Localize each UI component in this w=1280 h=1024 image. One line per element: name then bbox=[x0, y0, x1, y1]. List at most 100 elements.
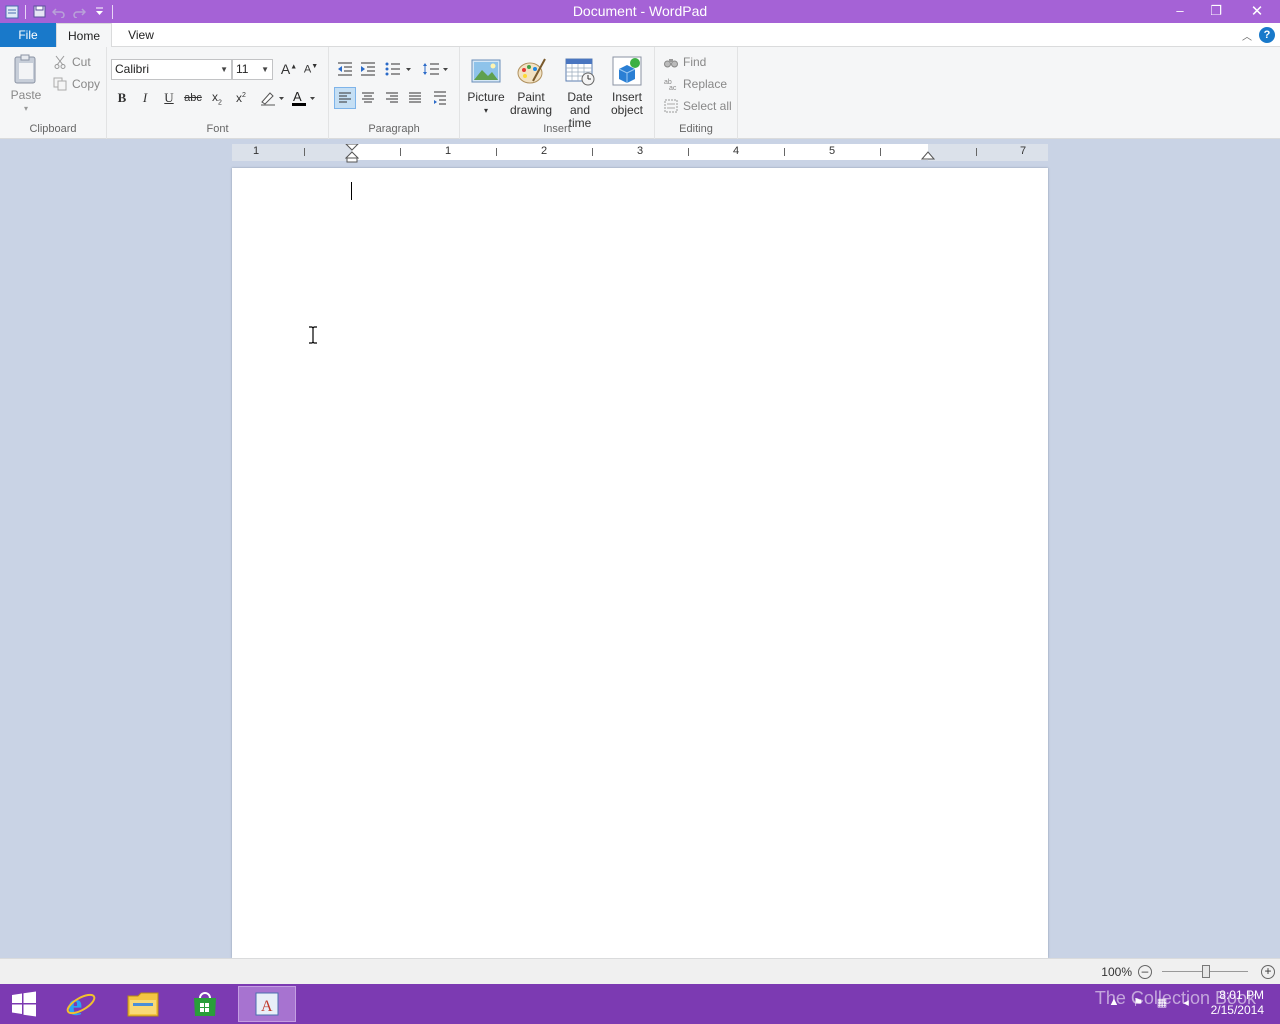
superscript-button[interactable]: x2 bbox=[230, 87, 252, 109]
ibeam-cursor-icon bbox=[309, 326, 317, 344]
first-line-indent-marker[interactable] bbox=[345, 144, 359, 163]
select-all-button[interactable]: Select all bbox=[663, 96, 732, 116]
justify-button[interactable] bbox=[404, 87, 426, 109]
subscript-icon: x2 bbox=[212, 89, 222, 107]
ruler-number: 3 bbox=[637, 145, 644, 157]
document-page[interactable] bbox=[232, 168, 1048, 958]
insert-object-label-2: object bbox=[610, 103, 644, 117]
picture-icon bbox=[471, 59, 501, 83]
picture-label: Picture bbox=[467, 90, 505, 104]
line-spacing-icon bbox=[423, 63, 448, 75]
font-group-label: Font bbox=[206, 123, 229, 135]
italic-icon: I bbox=[142, 90, 148, 105]
minimize-ribbon-icon[interactable]: ︿ bbox=[1240, 28, 1254, 43]
decrease-indent-button[interactable] bbox=[334, 58, 356, 80]
paste-button[interactable]: Paste ▾ bbox=[8, 53, 44, 115]
restore-button[interactable]: ❐ bbox=[1198, 0, 1234, 21]
ruler-tick bbox=[976, 148, 977, 156]
right-indent-marker[interactable] bbox=[921, 150, 935, 160]
line-spacing-button[interactable] bbox=[421, 58, 451, 80]
subscript-button[interactable]: x2 bbox=[206, 87, 228, 109]
zoom-slider-thumb[interactable] bbox=[1202, 965, 1210, 978]
find-button[interactable]: Find bbox=[663, 52, 706, 72]
bullets-button[interactable] bbox=[384, 58, 414, 80]
paste-dropdown-icon[interactable]: ▾ bbox=[24, 102, 28, 115]
strikethrough-icon: abc bbox=[184, 92, 202, 104]
cut-label: Cut bbox=[72, 55, 91, 69]
copy-button[interactable]: Copy bbox=[52, 74, 100, 94]
font-color-button[interactable]: A bbox=[288, 87, 320, 109]
paint-drawing-label-2: drawing bbox=[509, 103, 553, 117]
system-clock[interactable]: 8:01 PM 2/15/2014 bbox=[1211, 988, 1264, 1018]
ruler-tick bbox=[400, 148, 401, 156]
start-button[interactable] bbox=[0, 986, 48, 1022]
ruler-number: 1 bbox=[253, 145, 260, 157]
paint-drawing-button[interactable]: Paint drawing bbox=[508, 55, 554, 117]
minimize-button[interactable]: – bbox=[1162, 0, 1198, 21]
show-hidden-icons-icon[interactable]: ▲ bbox=[1106, 996, 1122, 1012]
zoom-level[interactable]: 100% bbox=[1101, 965, 1132, 979]
align-center-button[interactable] bbox=[357, 87, 379, 109]
increase-indent-button[interactable] bbox=[357, 58, 379, 80]
font-family-select[interactable]: Calibri ▼ bbox=[111, 59, 232, 80]
tab-file[interactable]: File bbox=[0, 23, 56, 47]
underline-button[interactable]: U bbox=[158, 87, 180, 109]
replace-label: Replace bbox=[683, 77, 728, 91]
picture-dropdown-icon[interactable]: ▾ bbox=[484, 104, 488, 117]
editing-group: Find ab ac Replace Select all Editing bbox=[655, 47, 738, 139]
network-icon[interactable]: ▦ bbox=[1154, 996, 1170, 1012]
font-size-select[interactable]: 11 ▼ bbox=[232, 59, 273, 80]
bold-button[interactable]: B bbox=[111, 87, 133, 109]
help-icon[interactable]: ? bbox=[1259, 27, 1275, 43]
date-time-button[interactable]: Date and time bbox=[556, 55, 604, 130]
calendar-clock-icon bbox=[565, 58, 595, 86]
taskbar-store[interactable] bbox=[176, 986, 234, 1022]
superscript-icon: x2 bbox=[236, 91, 246, 105]
ruler-tick bbox=[784, 148, 785, 156]
select-all-label: Select all bbox=[683, 99, 732, 113]
align-right-button[interactable] bbox=[381, 87, 403, 109]
date-time-label-1: Date and bbox=[567, 90, 593, 117]
close-button[interactable]: ✕ bbox=[1234, 0, 1280, 21]
svg-text:ac: ac bbox=[669, 85, 677, 91]
paragraph-button[interactable] bbox=[429, 87, 451, 109]
paint-palette-icon bbox=[517, 58, 546, 84]
tab-view[interactable]: View bbox=[118, 23, 164, 47]
taskbar-wordpad[interactable]: A bbox=[238, 986, 296, 1022]
action-center-flag-icon[interactable]: ⚑ bbox=[1130, 996, 1146, 1012]
volume-icon[interactable]: ◂ bbox=[1178, 996, 1194, 1012]
cut-button[interactable]: Cut bbox=[52, 52, 91, 72]
align-left-button[interactable] bbox=[334, 87, 356, 109]
ruler-tick bbox=[496, 148, 497, 156]
increase-indent-icon bbox=[361, 62, 375, 76]
editing-group-label: Editing bbox=[679, 123, 713, 135]
zoom-out-button[interactable]: – bbox=[1138, 965, 1152, 979]
ruler-number: 2 bbox=[541, 145, 548, 157]
font-size-value: 11 bbox=[236, 62, 249, 76]
ruler-number: 7 bbox=[1020, 145, 1027, 157]
ruler-number: 5 bbox=[829, 145, 836, 157]
chevron-down-icon: ▼ bbox=[220, 65, 228, 74]
grow-font-button[interactable]: A▲ bbox=[278, 58, 300, 80]
replace-button[interactable]: ab ac Replace bbox=[663, 74, 727, 94]
binoculars-icon bbox=[663, 54, 679, 70]
store-icon bbox=[194, 992, 216, 1016]
picture-button[interactable]: Picture ▾ bbox=[466, 55, 506, 117]
insert-object-button[interactable]: Insert object bbox=[606, 55, 648, 117]
taskbar-file-explorer[interactable] bbox=[114, 986, 172, 1022]
ruler[interactable]: 1 1 2 3 4 5 7 bbox=[232, 143, 1048, 163]
strikethrough-button[interactable]: abc bbox=[182, 87, 204, 109]
highlight-color-button[interactable] bbox=[256, 87, 288, 109]
italic-button[interactable]: I bbox=[134, 87, 156, 109]
ribbon-tabs: File Home View ︿ ? bbox=[0, 23, 1280, 48]
shrink-font-button[interactable]: A▼ bbox=[300, 58, 322, 80]
ruler-tick bbox=[592, 148, 593, 156]
text-cursor bbox=[351, 182, 352, 200]
paragraph-icon bbox=[434, 91, 446, 105]
zoom-in-button[interactable]: + bbox=[1261, 965, 1275, 979]
taskbar-internet-explorer[interactable]: e bbox=[52, 986, 110, 1022]
ruler-right-margin bbox=[928, 144, 1048, 161]
chevron-down-icon: ▼ bbox=[261, 65, 269, 74]
tab-home[interactable]: Home bbox=[56, 23, 112, 48]
grow-font-icon: A▲ bbox=[280, 61, 298, 77]
